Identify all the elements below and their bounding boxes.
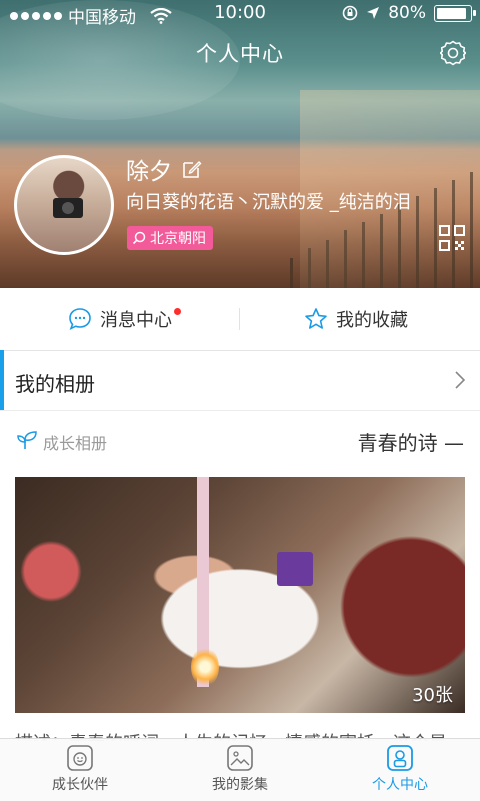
- tab-personal-center[interactable]: 个人中心: [320, 739, 480, 801]
- photo-count: 30张: [412, 685, 453, 706]
- battery-icon: [434, 4, 476, 22]
- album-subheader: 成长相册 青春的诗 —: [0, 424, 480, 460]
- page-title: 个人中心: [196, 42, 284, 66]
- tab-my-albums-label: 我的影集: [212, 777, 268, 793]
- quick-actions-divider: [239, 308, 240, 330]
- photo-candle-flame: [191, 647, 219, 687]
- tab-personal-center-label: 个人中心: [372, 777, 428, 793]
- smiley-face-icon: [67, 745, 93, 771]
- star-icon: [305, 308, 327, 329]
- album-category-label: 成长相册: [43, 434, 108, 453]
- album-cover-photo[interactable]: 30张: [15, 477, 465, 713]
- sprout-icon: [17, 431, 37, 449]
- notification-dot: [174, 308, 181, 315]
- user-icon: [387, 745, 413, 771]
- qr-code-icon[interactable]: [438, 224, 466, 252]
- my-album-header[interactable]: 我的相册: [0, 350, 480, 411]
- section-accent-bar: [0, 350, 4, 410]
- location-badge: 北京朝阳: [127, 226, 213, 250]
- profile-name: 除夕: [126, 159, 172, 185]
- battery-percent: 80%: [388, 3, 426, 23]
- chat-bubble-icon: [69, 308, 91, 331]
- favorites-label: 我的收藏: [336, 310, 408, 331]
- avatar[interactable]: [14, 155, 114, 255]
- album-name: 青春的诗 —: [357, 431, 464, 455]
- chevron-right-icon: [455, 371, 466, 389]
- favorites-button[interactable]: 我的收藏: [304, 288, 408, 350]
- photo-gift-box: [277, 552, 313, 586]
- status-bar: 中国移动 10:00 80%: [0, 0, 480, 28]
- tab-growth-partner[interactable]: 成长伙伴: [0, 739, 160, 801]
- rotation-lock-icon: [342, 5, 358, 21]
- gear-icon[interactable]: [440, 40, 466, 66]
- tab-my-albums[interactable]: 我的影集: [160, 739, 320, 801]
- location-pin-icon: [132, 231, 146, 245]
- location-label: 北京朝阳: [150, 231, 206, 247]
- tab-growth-partner-label: 成长伙伴: [52, 777, 108, 793]
- message-center-label: 消息中心: [100, 310, 172, 331]
- quick-actions-bar: 消息中心 我的收藏: [0, 288, 480, 351]
- location-arrow-icon: [367, 7, 380, 19]
- message-center-button[interactable]: 消息中心: [68, 288, 172, 350]
- profile-motto: 向日葵的花语丶沉默的爱 _纯洁的泪: [126, 192, 411, 213]
- image-icon: [227, 745, 253, 771]
- my-album-title: 我的相册: [15, 372, 95, 396]
- bottom-tab-bar: 成长伙伴 我的影集 个人中心: [0, 738, 480, 801]
- edit-icon[interactable]: [182, 159, 202, 179]
